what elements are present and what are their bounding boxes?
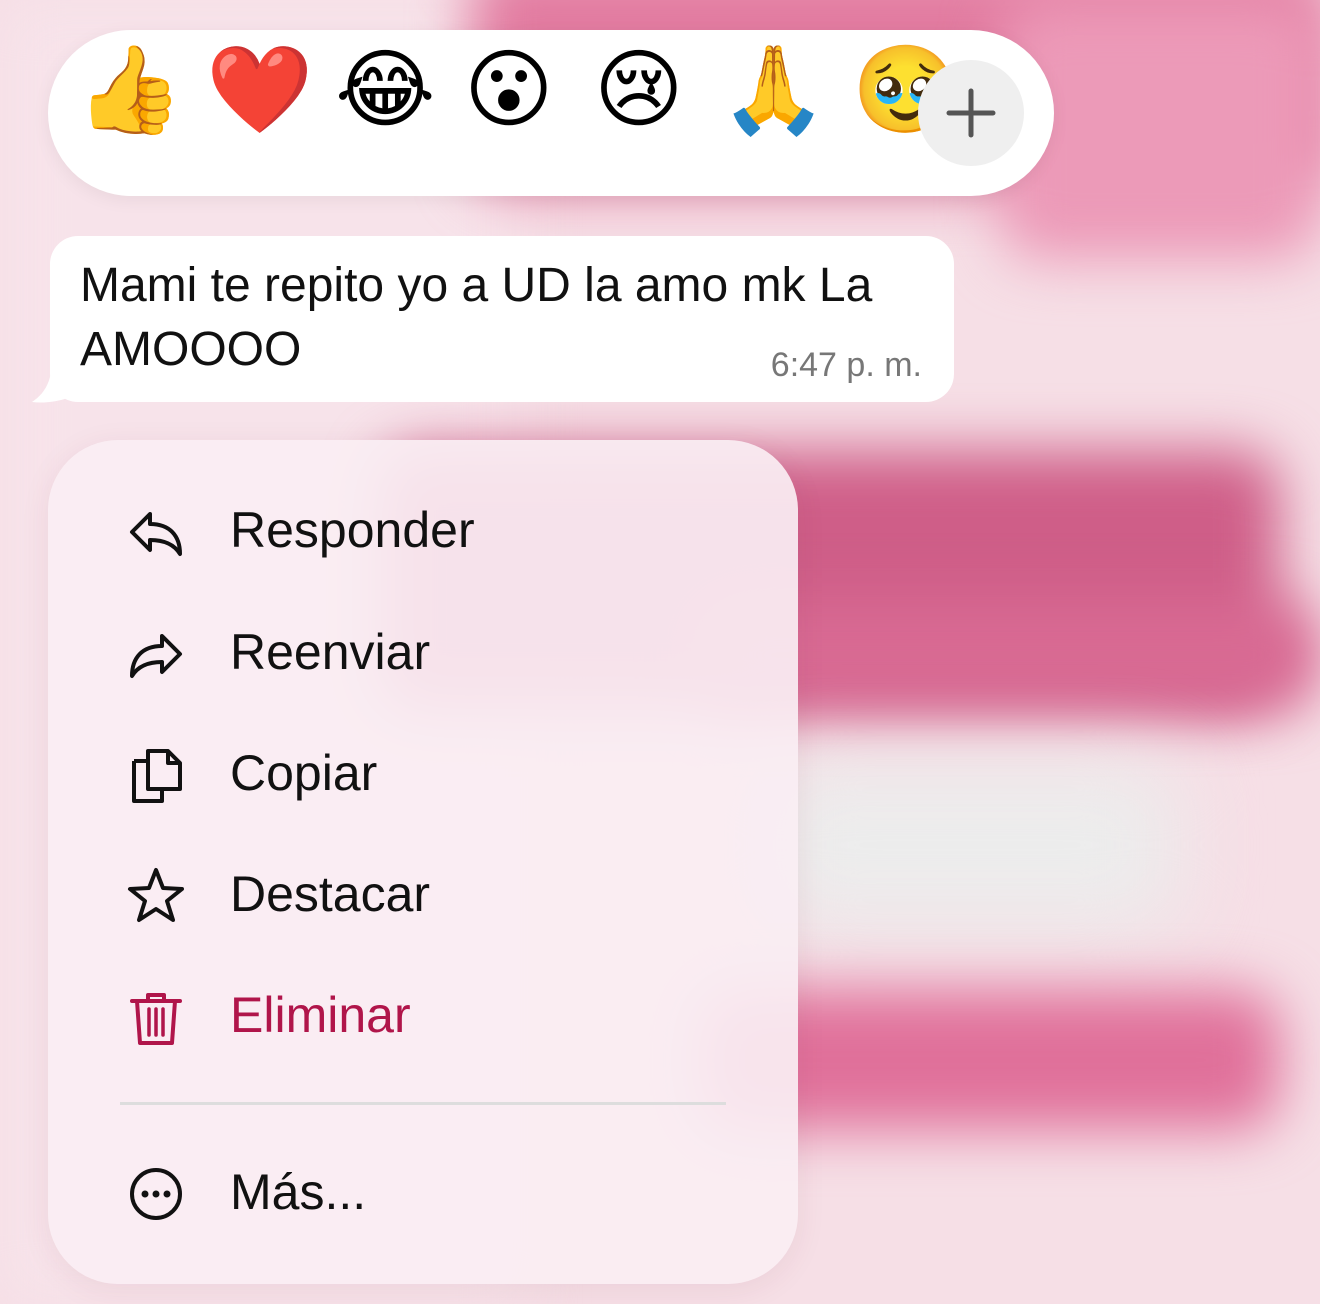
copy-icon: [132, 749, 182, 803]
menu-item-eliminar[interactable]: Eliminar: [48, 965, 798, 1065]
more-reactions-button[interactable]: [918, 60, 1024, 166]
menu-label-mas: Más...: [230, 1164, 367, 1220]
trash-icon: [130, 993, 182, 1045]
reaction-surprised[interactable]: 😮: [464, 47, 554, 133]
menu-item-destacar[interactable]: Destacar: [48, 844, 798, 944]
menu-item-mas[interactable]: Más...: [48, 1142, 798, 1242]
menu-item-responder[interactable]: Responder: [48, 480, 798, 580]
star-icon: [128, 868, 184, 922]
reaction-tears-of-joy[interactable]: 😂: [335, 47, 436, 133]
context-menu: Responder Reenviar Copiar Destacar Elimi…: [48, 440, 798, 1284]
plus-icon: [946, 88, 996, 138]
message-bubble[interactable]: Mami te repito yo a UD la amo mk La AMOO…: [50, 236, 954, 402]
menu-label-eliminar: Eliminar: [230, 987, 411, 1043]
forward-icon: [130, 634, 182, 678]
menu-label-reenviar: Reenviar: [230, 624, 431, 680]
message-time: 6:47 p. m.: [770, 346, 922, 384]
menu-item-copiar[interactable]: Copiar: [48, 723, 798, 823]
menu-label-responder: Responder: [230, 502, 475, 558]
menu-divider: [120, 1102, 726, 1105]
reaction-thumbs-up[interactable]: 👍: [76, 47, 183, 133]
reaction-folded-hands[interactable]: 🙏: [720, 47, 827, 133]
menu-label-destacar: Destacar: [230, 866, 431, 922]
reaction-red-heart[interactable]: ❤️: [206, 47, 313, 133]
more-icon: [130, 1168, 182, 1220]
reply-icon: [130, 512, 182, 556]
menu-label-copiar: Copiar: [230, 745, 378, 801]
menu-item-reenviar[interactable]: Reenviar: [48, 602, 798, 702]
reaction-bar: 👍 ❤️ 😂 😮 😢 🙏 🥹: [48, 30, 1054, 196]
reaction-crying[interactable]: 😢: [594, 47, 684, 133]
